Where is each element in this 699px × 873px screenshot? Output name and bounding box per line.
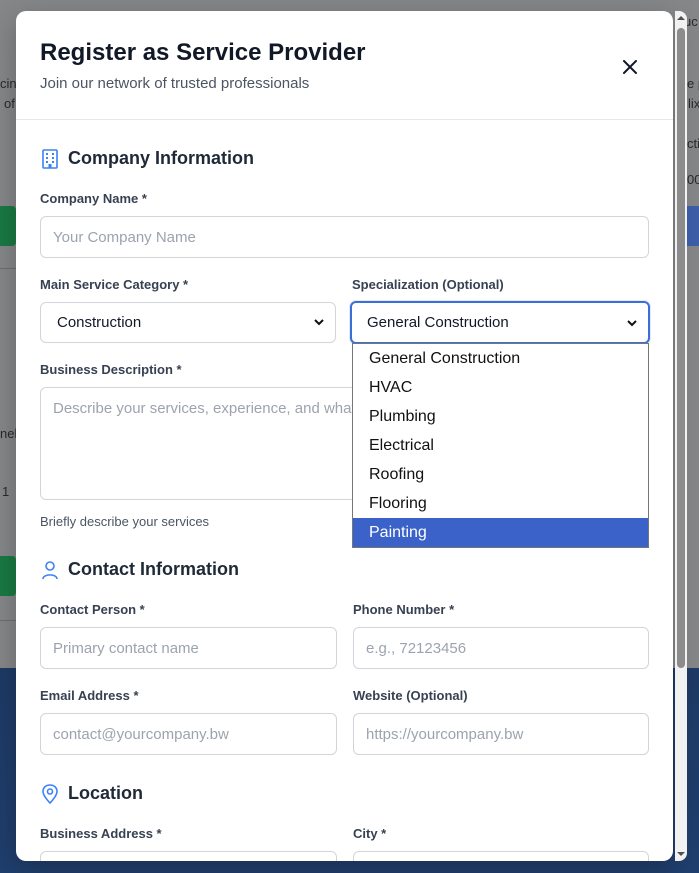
register-modal: Register as Service Provider Join our ne… xyxy=(16,11,673,861)
scrollbar-thumb[interactable] xyxy=(677,28,685,668)
specialization-value: General Construction xyxy=(367,314,509,331)
map-pin-icon xyxy=(40,783,60,804)
bg-text: cti xyxy=(687,136,699,151)
phone-label: Phone Number * xyxy=(353,602,455,617)
chevron-down-icon xyxy=(627,320,637,327)
section-title: Location xyxy=(68,783,143,803)
email-label: Email Address * xyxy=(40,688,139,703)
bg-text: nel xyxy=(0,426,18,441)
city-label: City * xyxy=(353,826,387,841)
user-icon xyxy=(40,560,60,580)
option-electrical[interactable]: Electrical xyxy=(353,431,648,460)
phone-input[interactable] xyxy=(353,627,649,669)
option-roofing[interactable]: Roofing xyxy=(353,460,648,489)
company-name-input[interactable] xyxy=(40,216,649,258)
specialization-select[interactable]: General Construction xyxy=(350,301,650,344)
bg-text: 00 xyxy=(687,172,699,187)
specialization-dropdown: General Construction HVAC Plumbing Elect… xyxy=(352,343,649,548)
bg-text: lix xyxy=(688,96,699,111)
close-button[interactable] xyxy=(618,55,642,79)
close-icon xyxy=(623,60,637,74)
option-plumbing[interactable]: Plumbing xyxy=(353,402,648,431)
description-hint: Briefly describe your services xyxy=(40,514,210,529)
description-label: Business Description * xyxy=(40,362,182,377)
bg-text: e p xyxy=(687,76,699,91)
city-input[interactable] xyxy=(353,851,649,861)
address-input[interactable] xyxy=(40,851,337,861)
modal-subtitle: Join our network of trusted professional… xyxy=(40,75,310,92)
bg-text: 1 xyxy=(2,484,10,499)
bg-call-button xyxy=(0,556,16,596)
contact-person-label: Contact Person * xyxy=(40,602,145,617)
option-flooring[interactable]: Flooring xyxy=(353,489,648,518)
specialization-label: Specialization (Optional) xyxy=(352,277,504,292)
section-company: Company Information xyxy=(40,148,254,169)
section-title: Contact Information xyxy=(68,559,239,579)
bg-call-button xyxy=(0,206,16,246)
bg-text: of xyxy=(4,96,15,111)
website-input[interactable] xyxy=(353,713,649,755)
bg-action-button xyxy=(687,206,699,246)
section-contact: Contact Information xyxy=(40,559,239,580)
scroll-down-arrow-icon[interactable] xyxy=(676,849,686,859)
bg-text: cin xyxy=(0,76,17,91)
category-value: Construction xyxy=(57,314,142,331)
chevron-down-icon xyxy=(314,319,324,326)
option-painting[interactable]: Painting xyxy=(353,518,648,547)
modal-header: Register as Service Provider Join our ne… xyxy=(16,11,673,120)
address-label: Business Address * xyxy=(40,826,162,841)
section-location: Location xyxy=(40,783,143,804)
option-hvac[interactable]: HVAC xyxy=(353,373,648,402)
section-title: Company Information xyxy=(68,148,255,168)
bg-divider xyxy=(0,620,16,621)
scroll-up-arrow-icon[interactable] xyxy=(676,13,686,23)
bg-divider xyxy=(0,268,16,269)
company-name-label: Company Name * xyxy=(40,191,147,206)
contact-person-input[interactable] xyxy=(40,627,337,669)
modal-title: Register as Service Provider xyxy=(40,39,366,66)
category-select[interactable]: Construction xyxy=(40,302,336,343)
option-general-construction[interactable]: General Construction xyxy=(353,344,648,373)
building-icon xyxy=(40,148,60,169)
category-label: Main Service Category * xyxy=(40,277,189,292)
website-label: Website (Optional) xyxy=(353,688,468,703)
email-input[interactable] xyxy=(40,713,337,755)
